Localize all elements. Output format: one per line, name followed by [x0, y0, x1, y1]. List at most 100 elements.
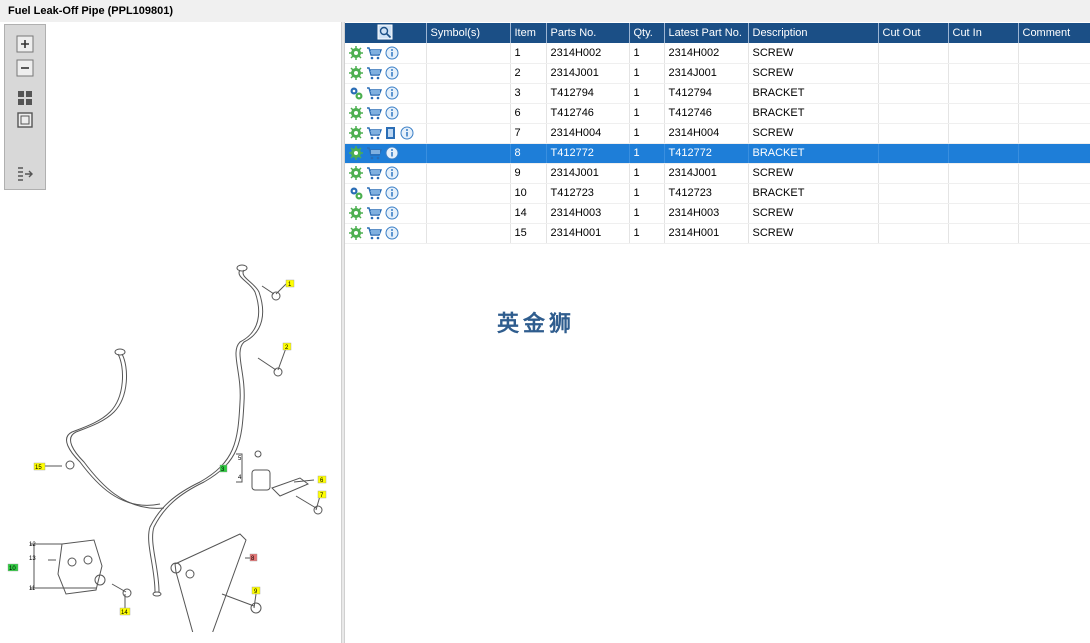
cell-latest-part-no: 2314J001 [664, 163, 749, 184]
table-row[interactable]: 9 2314J001 1 2314J001 SCREW [345, 163, 1090, 184]
cell-latest-part-no: T412772 [664, 143, 749, 164]
callout-10[interactable]: 10 [7, 563, 19, 572]
gear-icon[interactable] [349, 226, 363, 240]
cart-icon[interactable] [366, 146, 382, 160]
cart-icon[interactable] [366, 206, 382, 220]
cart-icon[interactable] [366, 126, 382, 140]
cell-qty: 1 [629, 183, 665, 204]
cart-icon[interactable] [366, 46, 382, 60]
cell-description: BRACKET [748, 83, 879, 104]
info-icon[interactable] [385, 106, 399, 120]
table-row[interactable]: 1 2314H002 1 2314H002 SCREW [345, 43, 1090, 64]
info-icon[interactable] [385, 186, 399, 200]
toggle-panel-icon[interactable] [16, 165, 34, 183]
callout-14[interactable]: 14 [119, 607, 131, 616]
callout-8[interactable]: 8 [249, 553, 258, 562]
callout-9[interactable]: 9 [251, 586, 261, 595]
callout-7[interactable]: 7 [317, 490, 327, 499]
gear-icon[interactable] [349, 166, 363, 180]
zoom-toolbar [4, 24, 46, 190]
cell-cut-in [948, 63, 1019, 84]
table-row[interactable]: 2 2314J001 1 2314J001 SCREW [345, 63, 1090, 84]
callout-13[interactable]: 13 [29, 556, 36, 562]
callout-12[interactable]: 12 [29, 542, 36, 548]
info-icon[interactable] [385, 146, 399, 160]
column-header-parts-no[interactable]: Parts No. [546, 23, 630, 43]
cell-cut-in [948, 203, 1019, 224]
cell-comment [1018, 123, 1090, 144]
row-action-icons [345, 163, 427, 184]
column-header-item[interactable]: Item [510, 23, 547, 43]
table-row[interactable]: 6 T412746 1 T412746 BRACKET [345, 103, 1090, 124]
cell-description: SCREW [748, 43, 879, 64]
cart-icon[interactable] [366, 66, 382, 80]
column-header-cut-out[interactable]: Cut Out [878, 23, 949, 43]
diagram-pane[interactable]: 1 2 15 5 4 3 6 7 12 13 10 11 14 8 9 [0, 22, 341, 643]
table-row[interactable]: 3 T412794 1 T412794 BRACKET [345, 83, 1090, 104]
info-icon[interactable] [385, 166, 399, 180]
column-header-search[interactable] [345, 23, 427, 43]
cart-icon[interactable] [366, 106, 382, 120]
cell-description: SCREW [748, 123, 879, 144]
column-header-comment[interactable]: Comment [1018, 23, 1090, 43]
gear-icon[interactable] [349, 126, 363, 140]
table-row[interactable]: 8 T412772 1 T412772 BRACKET [345, 143, 1090, 164]
cell-description: BRACKET [748, 183, 879, 204]
gears-multi-icon[interactable] [349, 186, 363, 200]
document-icon[interactable] [385, 126, 397, 140]
info-icon[interactable] [400, 126, 414, 140]
cart-icon[interactable] [366, 186, 382, 200]
column-header-description[interactable]: Description [748, 23, 879, 43]
zoom-in-icon[interactable] [16, 35, 34, 53]
actual-size-icon[interactable] [16, 111, 34, 129]
table-row[interactable]: 7 2314H004 1 2314H004 SCREW [345, 123, 1090, 144]
svg-text:12: 12 [29, 542, 36, 548]
cell-cut-in [948, 183, 1019, 204]
cell-cut-in [948, 123, 1019, 144]
cell-qty: 1 [629, 43, 665, 64]
cell-item: 15 [510, 223, 547, 244]
cart-icon[interactable] [366, 86, 382, 100]
cell-qty: 1 [629, 63, 665, 84]
gear-icon[interactable] [349, 45, 363, 60]
fit-all-icon[interactable] [16, 89, 34, 107]
info-icon[interactable] [385, 86, 399, 100]
callout-2[interactable]: 2 [282, 342, 292, 351]
gear-icon[interactable] [349, 66, 363, 80]
cell-cut-out [878, 123, 949, 144]
row-action-icons [345, 103, 427, 124]
svg-text:15: 15 [35, 465, 42, 471]
callout-6[interactable]: 6 [317, 475, 327, 484]
column-header-latest-part-no[interactable]: Latest Part No. [664, 23, 749, 43]
exploded-parts-diagram[interactable]: 1 2 15 5 4 3 6 7 12 13 10 11 14 8 9 [0, 222, 341, 632]
callout-15[interactable]: 15 [33, 462, 46, 471]
callout-3[interactable]: 3 [219, 464, 228, 473]
column-header-symbols[interactable]: Symbol(s) [426, 23, 511, 43]
column-header-cut-in[interactable]: Cut In [948, 23, 1019, 43]
gear-icon[interactable] [349, 146, 363, 160]
info-icon[interactable] [385, 66, 399, 80]
info-icon[interactable] [385, 46, 399, 60]
zoom-out-icon[interactable] [16, 59, 34, 77]
info-icon[interactable] [385, 206, 399, 220]
gears-multi-icon[interactable] [349, 86, 363, 100]
table-row[interactable]: 15 2314H001 1 2314H001 SCREW [345, 223, 1090, 244]
cart-icon[interactable] [366, 166, 382, 180]
gear-icon[interactable] [349, 106, 363, 120]
cell-cut-out [878, 103, 949, 124]
search-icon[interactable] [377, 24, 393, 43]
callout-11[interactable]: 11 [29, 586, 36, 592]
cell-symbols [426, 163, 511, 184]
column-header-qty[interactable]: Qty. [629, 23, 665, 43]
table-row[interactable]: 14 2314H003 1 2314H003 SCREW [345, 203, 1090, 224]
cell-qty: 1 [629, 163, 665, 184]
callout-1[interactable]: 1 [285, 279, 295, 288]
callout-4[interactable]: 4 [238, 475, 242, 481]
cell-symbols [426, 103, 511, 124]
info-icon[interactable] [385, 226, 399, 240]
cart-icon[interactable] [366, 226, 382, 240]
cell-cut-in [948, 83, 1019, 104]
table-row[interactable]: 10 T412723 1 T412723 BRACKET [345, 183, 1090, 204]
gear-icon[interactable] [349, 206, 363, 220]
callout-5[interactable]: 5 [238, 456, 242, 462]
